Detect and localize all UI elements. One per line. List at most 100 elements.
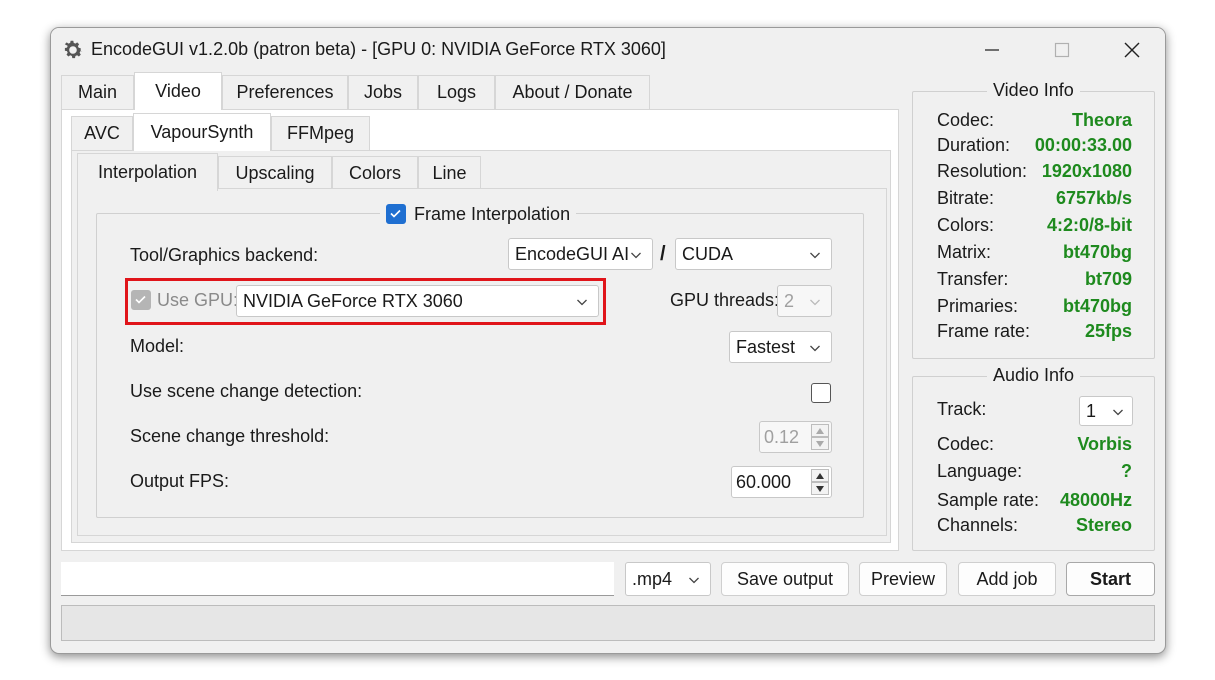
gpu-device-value: NVIDIA GeForce RTX 3060 xyxy=(243,290,463,311)
tab-avc[interactable]: AVC xyxy=(71,116,133,150)
model-label: Model: xyxy=(130,336,185,356)
tab-interpolation[interactable]: Interpolation xyxy=(77,153,218,191)
info-value: Vorbis xyxy=(1077,434,1132,454)
scene-threshold-spinbox[interactable]: 0.12 xyxy=(759,421,832,453)
minimize-button[interactable] xyxy=(957,28,1027,72)
info-key: Codec: xyxy=(937,110,995,130)
info-value: ? xyxy=(1121,461,1132,481)
info-row-matrix: Matrix: bt470bg xyxy=(913,242,1154,268)
triangle-down-icon xyxy=(816,440,824,447)
app-window: EncodeGUI v1.2.0b (patron beta) - [GPU 0… xyxy=(50,27,1166,654)
minimize-icon xyxy=(985,49,999,51)
gpu-threads-select[interactable]: 2 xyxy=(777,285,832,317)
info-value: Theora xyxy=(1071,110,1132,130)
info-row-duration: Duration: 00:00:33.00 xyxy=(913,135,1154,161)
output-fps-spinbox[interactable]: 60.000 xyxy=(731,466,832,498)
video-info-group: Video Info Codec: Theora Duration: 00:00… xyxy=(912,80,1155,359)
info-value: 00:00:33.00 xyxy=(1034,135,1132,155)
chevron-down-icon xyxy=(810,345,820,352)
info-row-bitrate: Bitrate: 6757kb/s xyxy=(913,188,1154,214)
container-select[interactable]: .mp4 xyxy=(625,562,711,596)
frame-interpolation-header: Frame Interpolation xyxy=(380,202,577,226)
tab-vapoursynth[interactable]: VapourSynth xyxy=(133,113,271,151)
audio-row-channels: Channels: Stereo xyxy=(913,515,1154,541)
info-value: Stereo xyxy=(1075,515,1132,535)
tab-video[interactable]: Video xyxy=(134,72,222,110)
info-key: Matrix: xyxy=(937,242,991,262)
tab-main[interactable]: Main xyxy=(61,75,134,109)
tab-logs[interactable]: Logs xyxy=(418,75,495,109)
scene-detect-checkbox[interactable] xyxy=(811,383,831,403)
info-key: Primaries: xyxy=(937,296,1019,316)
spin-down-button[interactable] xyxy=(811,437,829,450)
info-value: 1920x1080 xyxy=(1041,161,1132,181)
info-key: Sample rate: xyxy=(937,490,1040,510)
status-bar xyxy=(61,605,1155,641)
output-fps-stepper[interactable] xyxy=(811,469,829,495)
backend-label: Tool/Graphics backend: xyxy=(130,245,319,265)
audio-info-group: Audio Info Track: 1 Codec: Vorbis Langua… xyxy=(912,365,1155,551)
frame-interpolation-checkbox[interactable] xyxy=(386,204,406,224)
info-value: 48000Hz xyxy=(1059,490,1132,510)
chevron-down-icon xyxy=(577,299,587,306)
gpu-device-select[interactable]: NVIDIA GeForce RTX 3060 xyxy=(236,285,599,317)
spin-up-button[interactable] xyxy=(811,469,829,482)
track-select[interactable]: 1 xyxy=(1079,396,1133,426)
tab-ffmpeg[interactable]: FFMpeg xyxy=(271,116,370,150)
info-row-transfer: Transfer: bt709 xyxy=(913,269,1154,295)
info-value: bt470bg xyxy=(1062,296,1132,316)
info-row-codec: Codec: Theora xyxy=(913,110,1154,136)
scene-threshold-stepper[interactable] xyxy=(811,424,829,450)
backend-tool-select[interactable]: EncodeGUI AI xyxy=(508,238,653,270)
video-info-title: Video Info xyxy=(987,80,1080,101)
close-icon xyxy=(1124,42,1140,58)
close-button[interactable] xyxy=(1097,28,1165,72)
window-title: EncodeGUI v1.2.0b (patron beta) - [GPU 0… xyxy=(91,39,666,59)
gpu-threads-value: 2 xyxy=(784,290,795,311)
container-value: .mp4 xyxy=(632,568,673,589)
tab-about-donate[interactable]: About / Donate xyxy=(495,75,650,109)
info-key: Frame rate: xyxy=(937,321,1031,341)
info-value: 25fps xyxy=(1084,321,1132,341)
chevron-down-icon xyxy=(1113,409,1123,416)
output-fps-label: Output FPS: xyxy=(130,471,230,491)
maximize-icon xyxy=(1054,42,1070,58)
spin-up-button[interactable] xyxy=(811,424,829,437)
output-fps-value: 60.000 xyxy=(736,471,792,492)
tab-line[interactable]: Line xyxy=(418,156,481,190)
info-row-primaries: Primaries: bt470bg xyxy=(913,296,1154,322)
scene-threshold-label: Scene change threshold: xyxy=(130,426,330,446)
title-bar[interactable]: EncodeGUI v1.2.0b (patron beta) - [GPU 0… xyxy=(51,28,1165,72)
gpu-threads-label: GPU threads: xyxy=(670,290,780,310)
tab-jobs[interactable]: Jobs xyxy=(348,75,418,109)
use-gpu-checkbox[interactable] xyxy=(131,290,151,310)
save-output-button[interactable]: Save output xyxy=(721,562,849,596)
output-path-input[interactable] xyxy=(61,562,614,596)
checkmark-icon xyxy=(135,295,146,304)
tab-colors[interactable]: Colors xyxy=(332,156,418,190)
backend-api-select[interactable]: CUDA xyxy=(675,238,832,270)
chevron-down-icon xyxy=(810,252,820,259)
tab-preferences[interactable]: Preferences xyxy=(222,75,348,109)
info-row-resolution: Resolution: 1920x1080 xyxy=(913,161,1154,187)
info-row-frame-rate: Frame rate: 25fps xyxy=(913,321,1154,347)
model-select[interactable]: Fastest xyxy=(729,331,832,363)
tab-upscaling[interactable]: Upscaling xyxy=(218,156,332,190)
chevron-down-icon xyxy=(689,577,699,584)
preview-button[interactable]: Preview xyxy=(859,562,947,596)
info-row-colors: Colors: 4:2:0/8-bit xyxy=(913,215,1154,241)
chevron-down-icon xyxy=(631,252,641,259)
info-key: Language: xyxy=(937,461,1023,481)
triangle-up-icon xyxy=(816,472,824,479)
info-value: 4:2:0/8-bit xyxy=(1046,215,1132,235)
audio-row-language: Language: ? xyxy=(913,461,1154,487)
backend-tool-value: EncodeGUI AI xyxy=(515,243,630,264)
triangle-up-icon xyxy=(816,427,824,434)
start-button[interactable]: Start xyxy=(1066,562,1155,596)
maximize-button[interactable] xyxy=(1027,28,1097,72)
add-job-button[interactable]: Add job xyxy=(958,562,1056,596)
gear-icon xyxy=(64,40,83,59)
info-key: Resolution: xyxy=(937,161,1028,181)
checkmark-icon xyxy=(390,209,401,218)
spin-down-button[interactable] xyxy=(811,482,829,495)
